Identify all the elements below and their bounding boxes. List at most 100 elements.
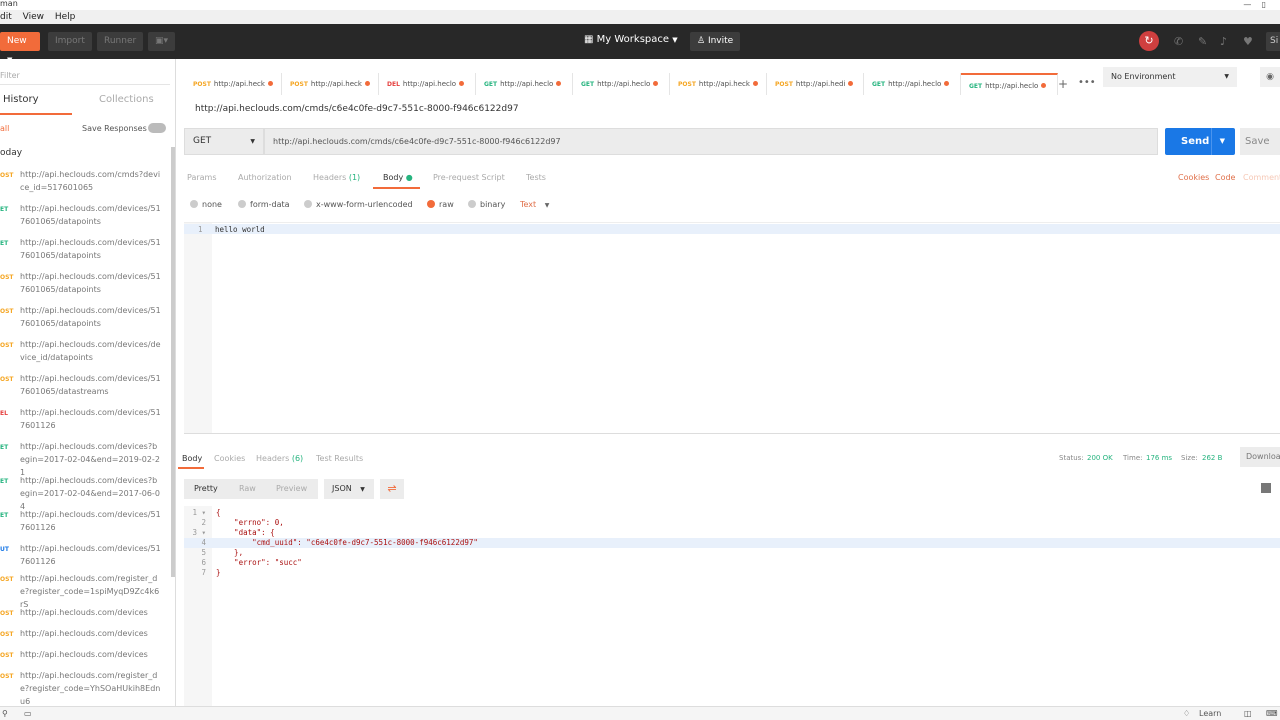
history-url: http://api.heclouds.com/devices/device_i…: [20, 340, 161, 362]
tab-params[interactable]: Params: [187, 173, 217, 182]
tab-collections[interactable]: Collections: [99, 94, 154, 105]
response-tab-test-results[interactable]: Test Results: [316, 454, 363, 463]
sign-in-button[interactable]: Si: [1266, 32, 1280, 51]
copy-icon[interactable]: [1261, 483, 1271, 493]
radio-binary[interactable]: binary: [468, 200, 505, 209]
unsaved-dot-icon: [459, 81, 465, 86]
save-responses-toggle[interactable]: [148, 123, 166, 133]
request-tab[interactable]: POST http://api.heck: [185, 73, 282, 95]
view-preview[interactable]: Preview: [276, 479, 307, 499]
line-number: 4: [201, 538, 206, 547]
response-body[interactable]: 1 ▾{2 "errno": 0, 3 ▾ "data": {4 "cmd_uui…: [184, 506, 1280, 706]
menu-edit[interactable]: dit: [0, 12, 12, 22]
new-window-button[interactable]: ▣▾: [148, 32, 176, 51]
method-badge: POST: [678, 81, 696, 88]
console-icon[interactable]: ▭: [24, 707, 32, 720]
eye-icon[interactable]: ◉: [1260, 67, 1280, 87]
radio-urlencoded[interactable]: x-www-form-urlencoded: [304, 200, 413, 209]
send-button[interactable]: Send ▼: [1165, 128, 1235, 155]
time-value: 176 ms: [1146, 454, 1173, 462]
unsaved-dot-icon: [364, 81, 370, 86]
response-tab-body[interactable]: Body: [182, 454, 202, 463]
code-line: 1 ▾ {: [184, 508, 1280, 518]
tab-authorization[interactable]: Authorization: [238, 173, 292, 182]
line-number: 1: [198, 225, 203, 234]
raw-type-select[interactable]: Text ▼: [520, 200, 549, 209]
request-tab[interactable]: POST http://api.heck: [670, 73, 767, 95]
search-icon[interactable]: ⚲: [2, 707, 8, 720]
method-badge: OST: [0, 308, 14, 315]
unsaved-dot-icon: [944, 81, 950, 86]
format-select[interactable]: JSON ▼: [324, 479, 374, 499]
bell-icon[interactable]: ♪: [1220, 35, 1227, 48]
request-tab[interactable]: GET http://api.heclo: [961, 73, 1058, 95]
satellite-icon[interactable]: ✆: [1174, 35, 1183, 48]
main-panel: POST http://api.heck POST http://api.heck DE…: [178, 59, 1280, 706]
url-input[interactable]: http://api.heclouds.com/cmds/c6e4c0fe-d9…: [264, 128, 1158, 155]
tab-url: http://api.heclo: [597, 80, 651, 88]
runner-button[interactable]: Runner: [97, 32, 144, 51]
code-link[interactable]: Code: [1215, 173, 1235, 182]
method-badge: GET: [969, 83, 983, 90]
comments-link[interactable]: Comments: [1243, 173, 1280, 182]
method-select[interactable]: GET ▼: [184, 128, 264, 155]
body-label: Body: [383, 173, 404, 182]
learn-link[interactable]: Learn: [1199, 707, 1221, 720]
tab-prerequest-script[interactable]: Pre-request Script: [433, 173, 505, 182]
tab-tests[interactable]: Tests: [526, 173, 546, 182]
headers-label: Headers: [313, 173, 347, 182]
heart-icon[interactable]: ♥: [1243, 35, 1253, 48]
tab-url: http://api.heck: [310, 80, 362, 88]
response-tab-headers[interactable]: Headers (6): [256, 454, 303, 463]
window-controls[interactable]: — ▯: [1243, 0, 1266, 9]
tab-body[interactable]: Body ●: [383, 173, 413, 182]
history-url: http://api.heclouds.com/register_de?regi…: [20, 671, 161, 706]
request-tab[interactable]: DEL http://api.heclo: [379, 73, 476, 95]
view-pretty[interactable]: Pretty: [194, 479, 218, 499]
invite-button[interactable]: ♙ Invite: [690, 32, 741, 51]
method-badge: POST: [290, 81, 308, 88]
radio-label: binary: [480, 200, 506, 209]
radio-form-data[interactable]: form-data: [238, 200, 290, 209]
sync-icon[interactable]: ↻: [1139, 31, 1159, 51]
two-pane-icon[interactable]: ◫: [1244, 707, 1252, 720]
response-tab-cookies[interactable]: Cookies: [214, 454, 245, 463]
request-tab[interactable]: GET http://api.heclo: [476, 73, 573, 95]
request-tab[interactable]: POST http://api.hedi: [767, 73, 864, 95]
method-badge: OST: [0, 274, 14, 281]
view-raw[interactable]: Raw: [239, 479, 256, 499]
environment-select[interactable]: No Environment ▼: [1103, 67, 1237, 87]
tab-url: http://api.heclo: [500, 80, 554, 88]
tab-history[interactable]: History: [3, 94, 39, 105]
keyboard-icon[interactable]: ⌨: [1266, 707, 1278, 720]
code-line: 2 "errno": 0,: [184, 518, 1280, 528]
request-tab[interactable]: POST http://api.heck: [282, 73, 379, 95]
line-number: 7: [201, 568, 206, 577]
cookies-link[interactable]: Cookies: [1178, 173, 1209, 182]
download-button[interactable]: Download: [1240, 447, 1280, 467]
send-label: Send: [1181, 136, 1210, 147]
workspace-switcher[interactable]: ▦ My Workspace ▼: [584, 34, 678, 45]
menu-help[interactable]: Help: [55, 12, 76, 22]
chevron-down-icon[interactable]: ▼: [1210, 128, 1225, 155]
clear-all-link[interactable]: all: [0, 124, 9, 133]
menu-view[interactable]: View: [23, 12, 44, 22]
save-button[interactable]: Save: [1240, 128, 1280, 155]
sidebar-scrollbar[interactable]: [171, 147, 175, 577]
wrap-lines-icon[interactable]: ⇌: [380, 479, 404, 499]
request-body-editor[interactable]: 1 hello world: [184, 222, 1280, 434]
tab-url: http://api.heck: [698, 80, 750, 88]
code-text: }: [216, 568, 221, 577]
more-tabs-icon[interactable]: •••: [1078, 77, 1096, 88]
new-tab-icon[interactable]: +: [1058, 77, 1068, 91]
active-tab-indicator: [178, 467, 204, 469]
new-button[interactable]: New ▼: [0, 32, 40, 64]
radio-raw[interactable]: raw: [427, 200, 454, 209]
import-button[interactable]: Import: [48, 32, 92, 51]
request-tab[interactable]: GET http://api.heclo: [864, 73, 961, 95]
wrench-icon[interactable]: ✎: [1198, 35, 1207, 48]
request-tab[interactable]: GET http://api.heclo: [573, 73, 670, 95]
tab-headers[interactable]: Headers (1): [313, 173, 360, 182]
filter-input[interactable]: Filter: [0, 67, 170, 85]
radio-none[interactable]: none: [190, 200, 222, 209]
